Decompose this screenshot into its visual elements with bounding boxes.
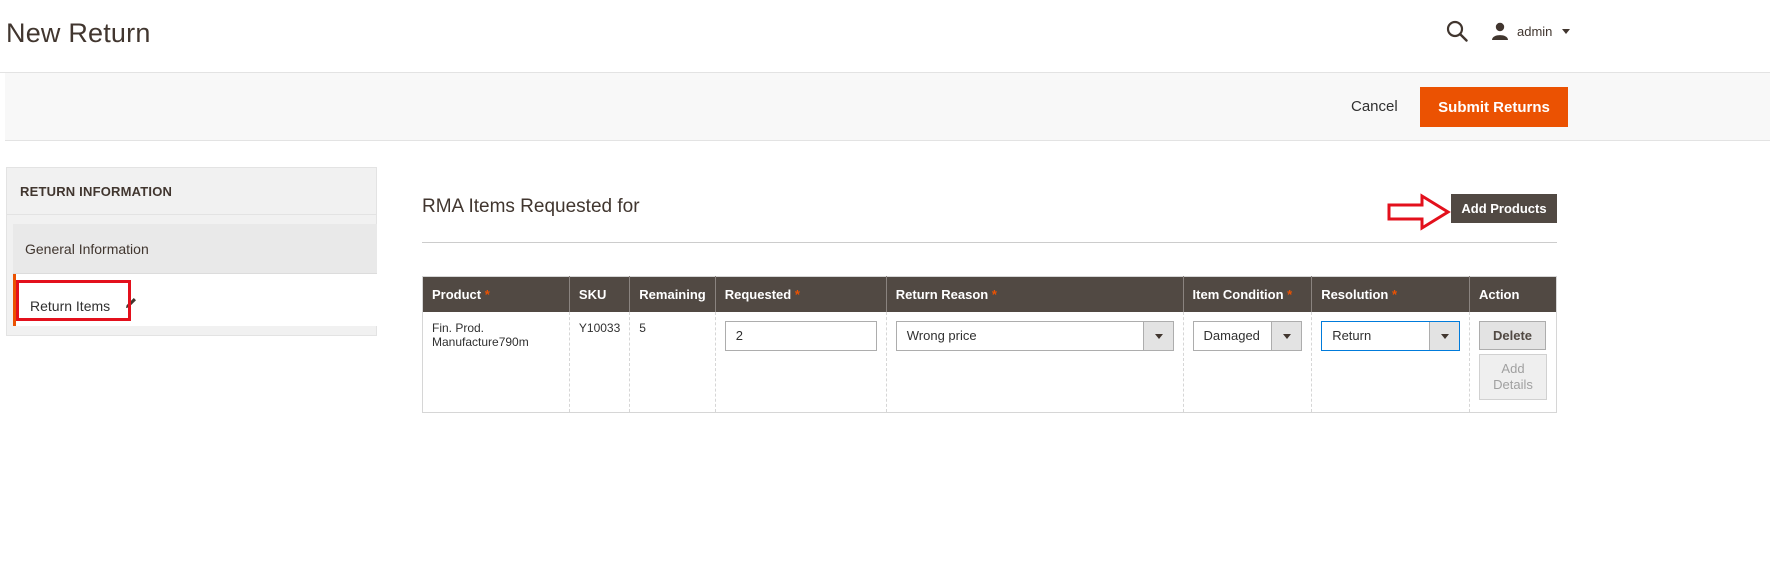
chevron-down-icon — [1562, 28, 1571, 34]
resolution-value: Return — [1332, 327, 1372, 343]
sidebar-title: RETURN INFORMATION — [7, 168, 376, 215]
resolution-select[interactable]: Return — [1321, 320, 1460, 351]
column-header-return-reason: Return Reason * — [886, 276, 1184, 312]
return-reason-select[interactable]: Wrong price — [895, 320, 1174, 351]
column-header-action: Action — [1469, 276, 1557, 312]
pencil-icon — [126, 298, 136, 308]
column-header-remaining: Remaining — [629, 276, 716, 312]
item-condition-cell: Damaged — [1183, 311, 1313, 413]
remaining-cell: 5 — [629, 311, 716, 413]
return-reason-value: Wrong price — [906, 327, 977, 343]
user-menu[interactable]: admin — [1491, 20, 1571, 42]
search-icon[interactable] — [1446, 20, 1468, 42]
column-header-product: Product * — [422, 276, 570, 312]
return-reason-cell: Wrong price — [886, 311, 1184, 413]
chevron-down-icon — [1429, 321, 1459, 350]
chevron-down-icon — [1142, 321, 1173, 350]
divider — [422, 242, 1557, 243]
action-cell: Delete Add Details — [1470, 312, 1557, 413]
page-header: New Return admin — [0, 0, 1770, 73]
page-actions-bar: Cancel Submit Returns — [5, 73, 1770, 141]
product-name-line2: Manufacture790m — [432, 334, 529, 349]
page-title: New Return — [6, 18, 151, 48]
sidebar-item-general-information[interactable]: General Information — [13, 224, 377, 274]
submit-returns-button[interactable]: Submit Returns — [1420, 87, 1568, 127]
add-products-button[interactable]: Add Products — [1451, 194, 1557, 223]
add-details-button[interactable]: Add Details — [1479, 353, 1547, 400]
sidebar-item-label: Return Items — [30, 298, 111, 314]
sku-cell: Y10033 — [569, 311, 631, 413]
requested-cell — [715, 311, 887, 413]
user-icon — [1492, 22, 1508, 40]
cancel-button[interactable]: Cancel — [1339, 93, 1410, 120]
section-title: RMA Items Requested for — [422, 196, 640, 217]
table-header-row: Product * SKU Remaining Requested * Retu… — [422, 276, 1557, 312]
requested-qty-input[interactable] — [724, 320, 877, 351]
column-header-sku: SKU — [569, 276, 631, 312]
column-header-resolution: Resolution * — [1311, 276, 1470, 312]
sidebar-item-return-items[interactable]: Return Items — [13, 274, 377, 326]
product-name-line1: Fin. Prod. — [432, 320, 485, 335]
column-header-item-condition: Item Condition * — [1183, 276, 1313, 312]
table-row: Fin. Prod. Manufacture790m Y10033 5 Wron… — [422, 311, 1557, 413]
annotation-arrow-icon — [1387, 193, 1451, 231]
item-condition-value: Damaged — [1203, 327, 1260, 343]
rma-items-table: Product * SKU Remaining Requested * Retu… — [422, 276, 1557, 413]
column-header-requested: Requested * — [715, 276, 887, 312]
sidebar-tabs: RETURN INFORMATION General Information R… — [6, 167, 377, 336]
product-cell: Fin. Prod. Manufacture790m — [422, 311, 570, 413]
item-condition-select[interactable]: Damaged — [1192, 320, 1303, 351]
user-name: admin — [1517, 23, 1553, 39]
chevron-down-icon — [1271, 321, 1302, 350]
delete-button[interactable]: Delete — [1479, 320, 1546, 350]
resolution-cell: Return — [1311, 311, 1470, 413]
